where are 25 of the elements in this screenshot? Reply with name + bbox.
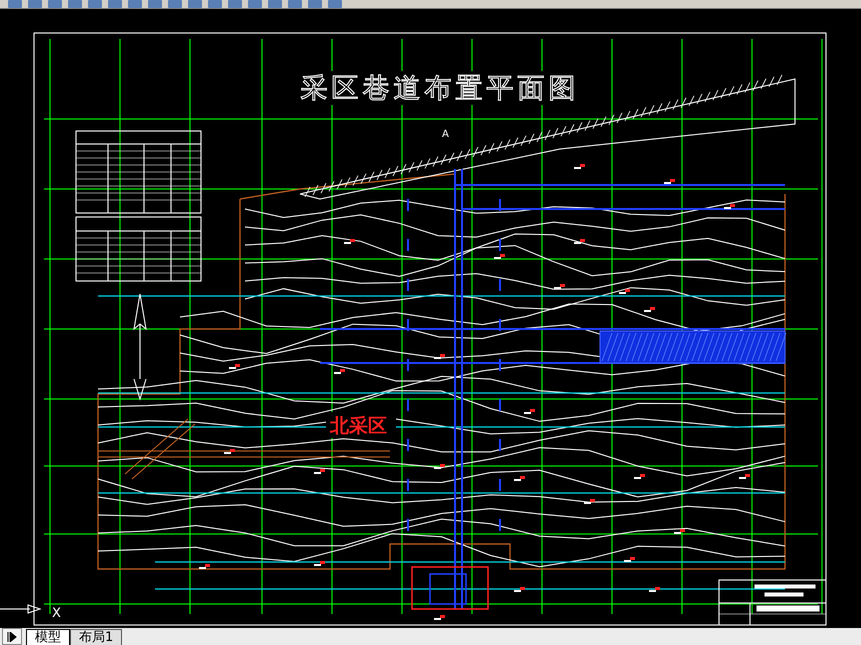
area-label: 北采区 [330,415,387,437]
axis-label: X [52,606,61,621]
toolbar-icon[interactable] [108,0,122,8]
layout-tab[interactable]: 布局1 [70,629,122,645]
toolbar-icon[interactable] [128,0,142,8]
toolbar-icon[interactable] [288,0,302,8]
toolbar-icon[interactable] [328,0,342,8]
toolbar-icon[interactable] [88,0,102,8]
toolbar-icon[interactable] [188,0,202,8]
toolbar-icon[interactable] [8,0,22,8]
toolbar-icon[interactable] [168,0,182,8]
toolbar-icon[interactable] [48,0,62,8]
toolbar-icon[interactable] [308,0,322,8]
toolbar-icon[interactable] [208,0,222,8]
section-mark: A [442,129,449,140]
toolbar-icon[interactable] [68,0,82,8]
toolbar-icon[interactable] [268,0,282,8]
layout-tab[interactable]: 模型 [26,629,70,645]
tab-scroll-button[interactable] [2,628,22,645]
toolbar-icon[interactable] [248,0,262,8]
toolbar-icon[interactable] [148,0,162,8]
toolbar-icon[interactable] [228,0,242,8]
play-icon [7,632,17,642]
drawing-title: 采区巷道布置平面图 [300,73,580,104]
toolbar-icon[interactable] [28,0,42,8]
